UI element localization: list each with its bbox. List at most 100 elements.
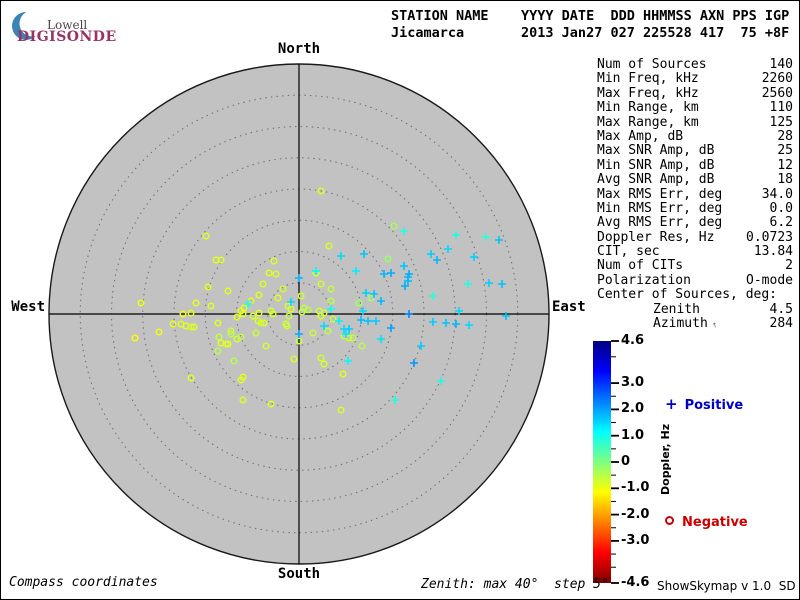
stat-label: Avg SNR Amp, dB	[597, 172, 715, 188]
stat-row-6: Max SNR Amp, dB 25	[597, 143, 793, 159]
source-negative	[317, 312, 325, 320]
source-positive	[312, 267, 320, 275]
stat-label: Polarization	[597, 272, 691, 288]
source-negative	[272, 270, 280, 278]
source-positive	[465, 321, 473, 329]
source-positive	[498, 280, 506, 288]
stat-value: 2	[785, 258, 793, 274]
source-positive	[387, 324, 395, 332]
stat-row-11: Avg RMS Err, deg 6.2	[597, 215, 793, 231]
stat-row-4: Max Range, km 125	[597, 115, 793, 130]
station-header: STATION NAME YYYY DATE DDD HHMMSS AXN PP…	[391, 8, 789, 42]
source-negative	[312, 269, 320, 277]
source-negative	[182, 322, 190, 330]
source-positive	[404, 273, 412, 281]
source-positive	[345, 325, 353, 333]
stat-label: Avg RMS Err, deg	[597, 215, 723, 231]
stat-row-18: Azimuth ↖ 284	[597, 316, 793, 332]
source-positive	[482, 233, 490, 241]
source-positive	[400, 227, 408, 235]
stat-value: 284	[769, 316, 793, 332]
source-negative	[297, 292, 305, 300]
source-negative	[227, 330, 235, 338]
skymap-outer-circle	[48, 63, 550, 565]
source-positive	[429, 318, 437, 326]
legend-positive-label: Positive	[684, 398, 744, 413]
source-negative	[325, 242, 333, 250]
stat-row-15: Polarization O-mode	[597, 272, 793, 288]
source-positive	[370, 290, 378, 298]
stat-label: CIT, sec	[597, 244, 660, 260]
source-negative	[337, 406, 345, 414]
source-negative	[327, 285, 335, 293]
colorbar-tick-label: -3.0	[621, 532, 650, 548]
stat-value: 2260	[761, 71, 793, 87]
source-positive	[405, 310, 413, 318]
source-negative	[240, 304, 248, 312]
source-positive	[410, 359, 418, 367]
source-negative	[247, 297, 255, 305]
stat-value: 140	[769, 57, 793, 72]
footer-zenith-note: Zenith: max 40° step 5°	[421, 577, 609, 592]
source-negative	[298, 308, 306, 316]
source-positive	[444, 245, 452, 253]
source-positive	[359, 307, 367, 315]
source-negative	[207, 302, 215, 310]
source-positive	[244, 300, 252, 308]
source-negative	[287, 305, 295, 313]
legend-negative: Negative	[665, 515, 748, 530]
stat-label: Max SNR Amp, dB	[597, 143, 715, 159]
source-negative	[358, 342, 366, 350]
station-header-row1: STATION NAME YYYY DATE DDD HHMMSS AXN PP…	[391, 8, 790, 24]
colorbar-tick-label: 4.6	[621, 333, 645, 348]
source-positive	[360, 250, 368, 258]
source-negative	[267, 400, 275, 408]
source-negative	[131, 334, 139, 342]
source-negative	[187, 323, 195, 331]
source-negative	[304, 306, 312, 314]
source-negative	[155, 328, 163, 336]
source-positive	[377, 335, 385, 343]
source-positive	[404, 277, 412, 285]
source-negative	[222, 340, 230, 348]
station-header-row2: Jicamarca 2013 Jan27 027 225528 417 75 +…	[391, 25, 790, 41]
source-negative	[255, 291, 263, 299]
stat-label: Max Amp, dB	[597, 128, 684, 144]
source-negative	[237, 307, 245, 315]
stat-row-7: Min SNR Amp, dB 12	[597, 158, 793, 173]
source-negative	[339, 370, 347, 378]
source-negative	[249, 312, 257, 320]
source-negative	[224, 287, 232, 295]
stat-value: O-mode	[746, 272, 793, 288]
stat-label: Doppler Res, Hz	[597, 229, 715, 245]
source-positive	[387, 269, 395, 277]
source-negative	[252, 329, 260, 337]
source-negative	[237, 333, 245, 341]
source-negative	[262, 342, 270, 350]
compass-label-south: South	[277, 566, 321, 582]
source-negative	[279, 285, 287, 293]
source-negative	[255, 309, 263, 317]
source-positive	[470, 253, 478, 261]
colorbar-tick-label: -2.0	[621, 506, 650, 522]
source-positive	[287, 298, 295, 306]
source-negative	[340, 332, 348, 340]
source-positive	[320, 322, 328, 330]
stat-row-12: Doppler Res, Hz 0.0723	[597, 229, 793, 245]
source-negative	[329, 315, 337, 323]
source-positive	[362, 289, 370, 297]
source-negative	[192, 299, 200, 307]
source-positive	[495, 236, 503, 244]
stat-label: Zenith	[653, 301, 700, 317]
source-negative	[270, 257, 278, 265]
source-negative	[290, 355, 298, 363]
source-negative	[320, 309, 328, 317]
source-negative	[212, 256, 220, 264]
plus-marker-icon: +	[665, 395, 678, 413]
zenith-ring-5deg	[267, 282, 331, 346]
source-negative	[285, 312, 293, 320]
zenith-ring-25deg	[142, 157, 456, 471]
source-points	[131, 187, 510, 414]
source-negative	[327, 297, 335, 305]
stat-value: 0.0	[769, 200, 793, 216]
